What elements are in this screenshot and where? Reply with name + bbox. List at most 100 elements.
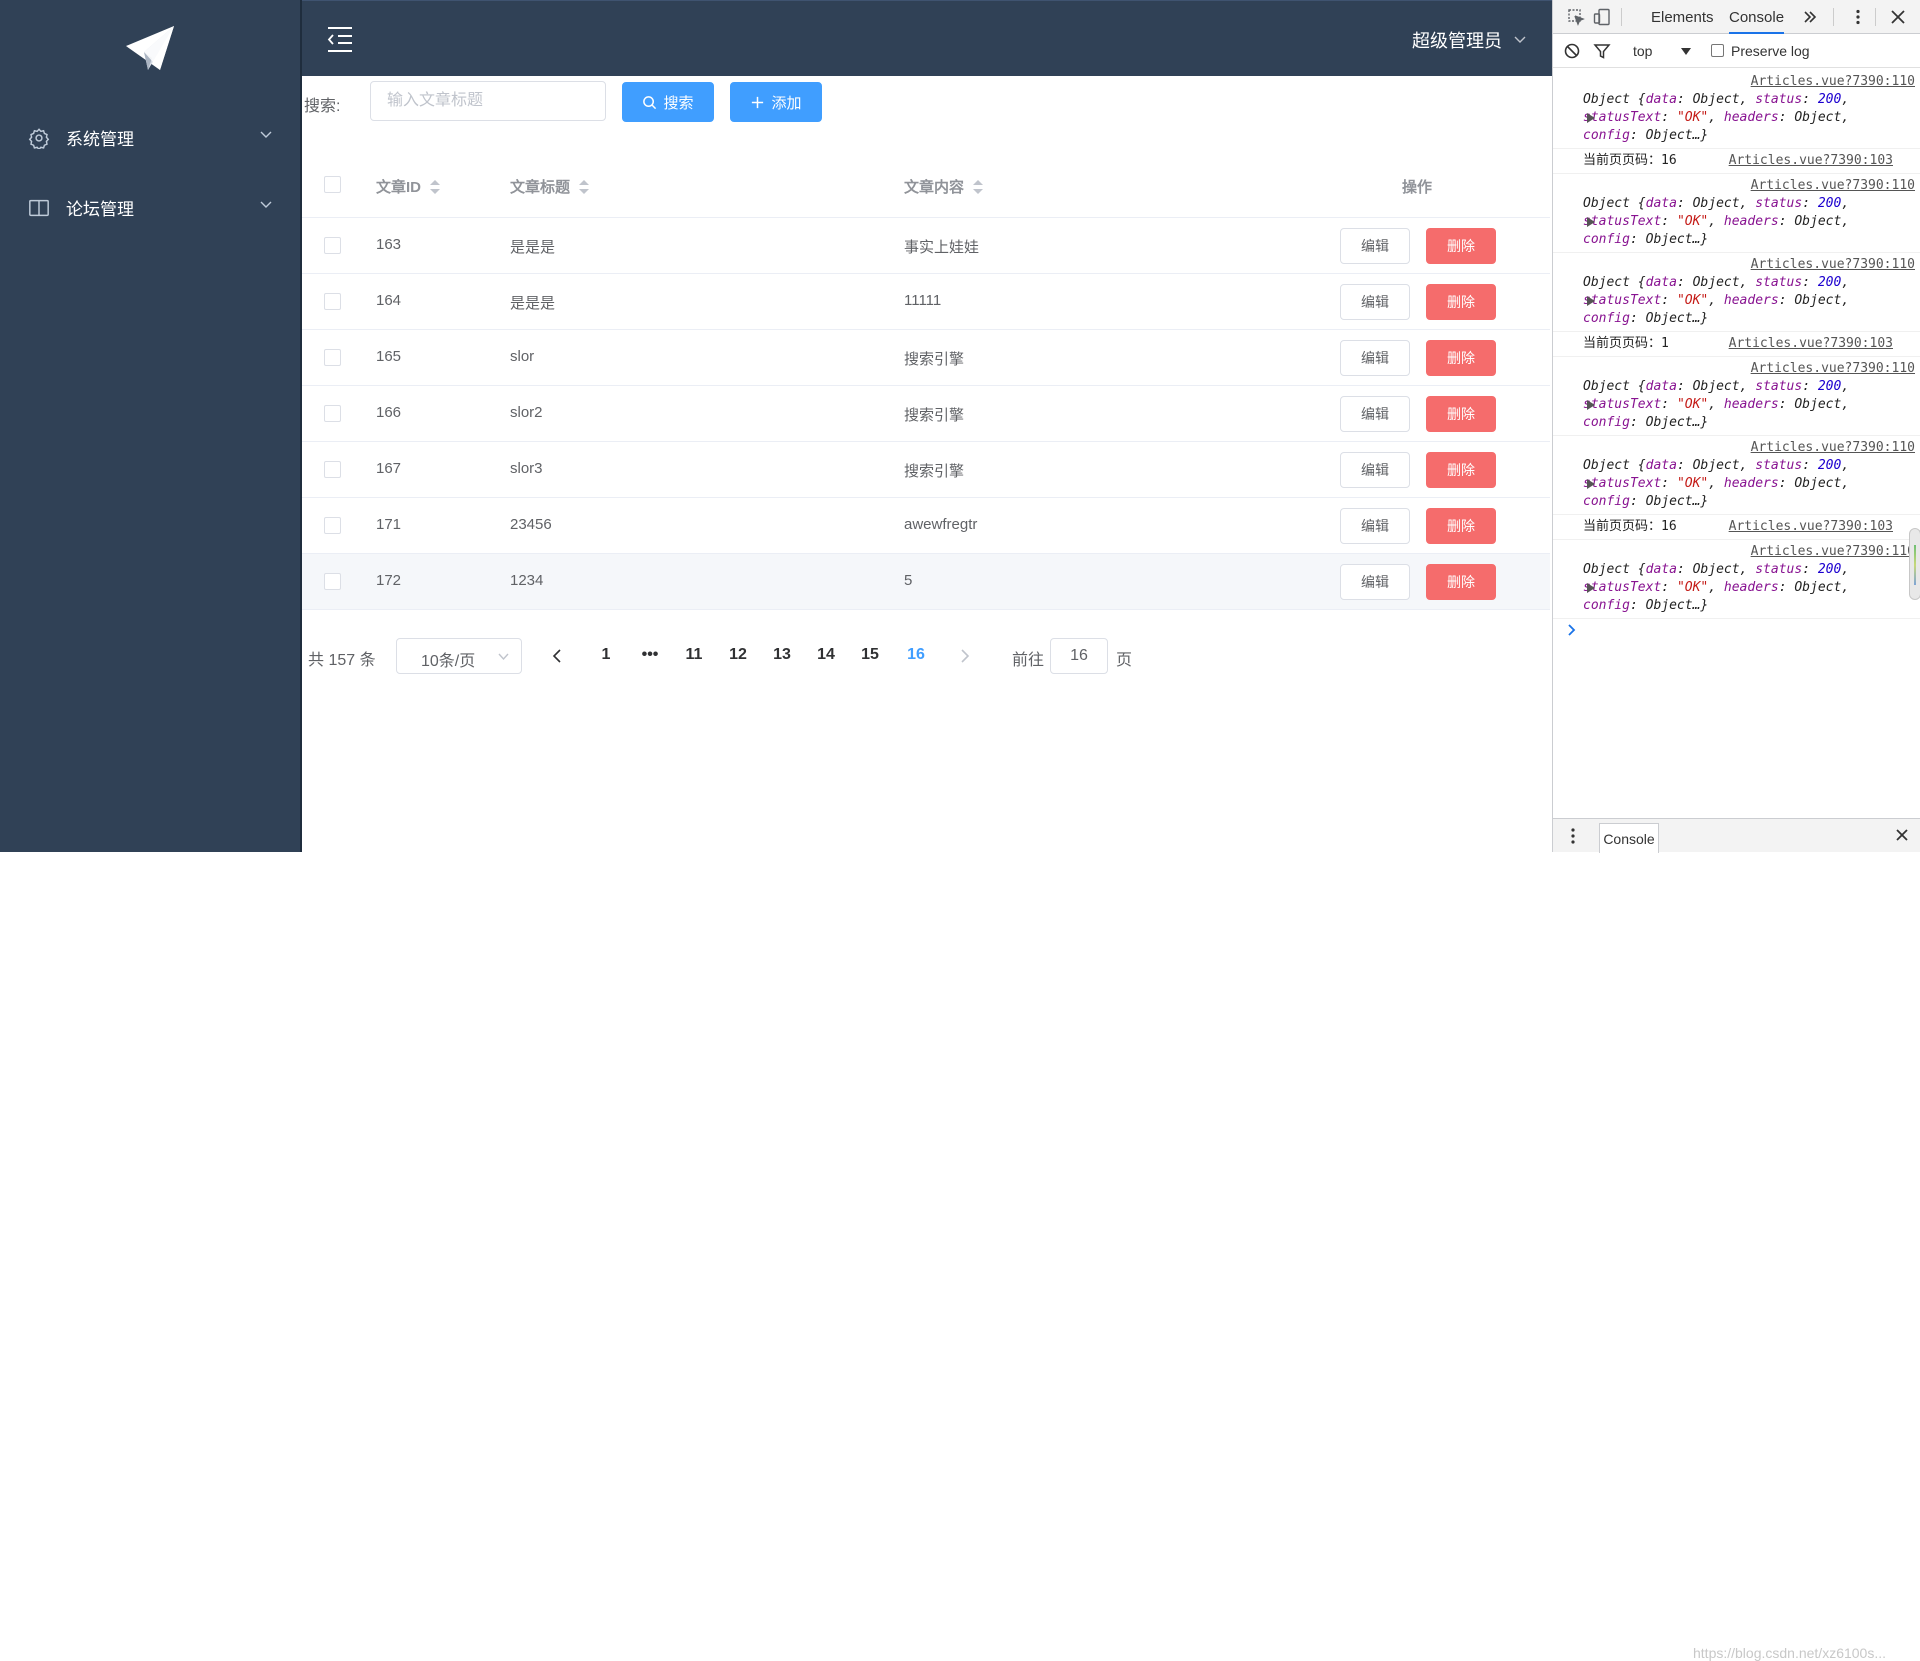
page-ellipsis[interactable]: •••: [630, 646, 670, 664]
delete-button[interactable]: 删除: [1426, 564, 1496, 600]
console-text: 当前页页码：1: [1583, 336, 1669, 351]
clear-console-icon[interactable]: [1563, 42, 1581, 60]
row-checkbox[interactable]: [324, 405, 341, 422]
goto-suffix: 页: [1116, 652, 1133, 669]
object-preview: Object {data: Object, status: 200, status…: [1583, 379, 1850, 430]
delete-button[interactable]: 删除: [1426, 340, 1496, 376]
expand-triangle-icon[interactable]: [1587, 400, 1595, 410]
add-button-label: 添加: [771, 94, 802, 112]
edit-button[interactable]: 编辑: [1340, 396, 1410, 432]
expand-triangle-icon[interactable]: [1587, 113, 1595, 123]
device-toolbar-icon[interactable]: [1593, 8, 1611, 26]
cell-id: 163: [376, 236, 402, 253]
sidebar-item-system[interactable]: 系统管理: [0, 102, 300, 172]
sort-caret-icon[interactable]: [429, 178, 441, 196]
console-object-message: Articles.vue?7390:110 Object {data: Objec…: [1553, 540, 1920, 619]
row-checkbox[interactable]: [324, 461, 341, 478]
object-preview: Object {data: Object, status: 200, status…: [1583, 92, 1850, 143]
context-selector[interactable]: top: [1633, 43, 1652, 59]
menu-fold-icon[interactable]: [326, 25, 354, 53]
page-11[interactable]: 11: [674, 646, 714, 664]
edit-button[interactable]: 编辑: [1340, 564, 1410, 600]
sort-caret-icon[interactable]: [972, 178, 984, 196]
row-checkbox[interactable]: [324, 349, 341, 366]
expand-triangle-icon[interactable]: [1587, 479, 1595, 489]
page-14[interactable]: 14: [806, 646, 846, 664]
console-text: 当前页页码：16: [1583, 153, 1677, 168]
page-12[interactable]: 12: [718, 646, 758, 664]
console-text: 当前页页码：16: [1583, 519, 1677, 534]
pagination: 共 157 条 10条/页 1 ••• 11 12 13 14 15 16 前往…: [302, 636, 1550, 676]
source-link[interactable]: Articles.vue?7390:103: [1729, 335, 1893, 353]
edit-button[interactable]: 编辑: [1340, 508, 1410, 544]
console-object-message: Articles.vue?7390:110 Object {data: Objec…: [1553, 174, 1920, 253]
filter-icon[interactable]: [1593, 42, 1611, 60]
cell-title: 23456: [510, 516, 552, 533]
dropdown-arrow-icon[interactable]: [1681, 48, 1691, 55]
kebab-menu-icon[interactable]: [1849, 8, 1867, 26]
tab-elements[interactable]: Elements: [1651, 9, 1714, 26]
console-scrollbar[interactable]: [1909, 528, 1920, 600]
page-1[interactable]: 1: [586, 646, 626, 664]
close-icon[interactable]: [1889, 8, 1907, 26]
edit-button[interactable]: 编辑: [1340, 228, 1410, 264]
edit-button[interactable]: 编辑: [1340, 340, 1410, 376]
expand-triangle-icon[interactable]: [1587, 217, 1595, 227]
user-dropdown[interactable]: 超级管理员: [1412, 27, 1526, 53]
source-link[interactable]: Articles.vue?7390:110: [1583, 73, 1915, 91]
more-tabs-icon[interactable]: [1801, 8, 1819, 26]
delete-button[interactable]: 删除: [1426, 284, 1496, 320]
row-checkbox[interactable]: [324, 237, 341, 254]
sidebar-item-forum[interactable]: 论坛管理: [0, 172, 300, 242]
console-log-message: 当前页页码：16 Articles.vue?7390:103: [1553, 515, 1920, 540]
source-link[interactable]: Articles.vue?7390:103: [1729, 518, 1893, 536]
cell-id: 172: [376, 572, 402, 589]
row-checkbox[interactable]: [324, 517, 341, 534]
delete-button[interactable]: 删除: [1426, 396, 1496, 432]
book-icon: [29, 199, 49, 217]
delete-button[interactable]: 删除: [1426, 228, 1496, 264]
source-link[interactable]: Articles.vue?7390:110: [1583, 177, 1915, 195]
source-link[interactable]: Articles.vue?7390:103: [1729, 152, 1893, 170]
sort-caret-icon[interactable]: [578, 178, 590, 196]
table-row: 164 是是是 11111 编辑 删除: [302, 274, 1550, 330]
watermark-text: https://blog.csdn.net/xz6100s...: [1693, 1645, 1887, 1661]
user-name: 超级管理员: [1412, 31, 1502, 51]
row-checkbox[interactable]: [324, 293, 341, 310]
drawer-menu-icon[interactable]: [1571, 828, 1575, 844]
add-button[interactable]: 添加: [730, 82, 822, 122]
drawer-tab-console[interactable]: Console: [1599, 823, 1659, 853]
top-navbar: 超级管理员: [302, 0, 1552, 76]
goto-page-input[interactable]: [1050, 638, 1108, 674]
delete-button[interactable]: 删除: [1426, 452, 1496, 488]
row-checkbox[interactable]: [324, 573, 341, 590]
search-button[interactable]: 搜索: [622, 82, 714, 122]
main-content: 超级管理员 搜索: 搜索 添加 文章ID 文章标题 文章内容: [302, 0, 1552, 852]
expand-triangle-icon[interactable]: [1587, 296, 1595, 306]
inspect-element-icon[interactable]: [1567, 8, 1585, 26]
source-link[interactable]: Articles.vue?7390:110: [1583, 543, 1915, 561]
chevron-left-icon[interactable]: [548, 646, 568, 666]
delete-button[interactable]: 删除: [1426, 508, 1496, 544]
source-link[interactable]: Articles.vue?7390:110: [1583, 256, 1915, 274]
search-input[interactable]: [370, 81, 606, 121]
source-link[interactable]: Articles.vue?7390:110: [1583, 439, 1915, 457]
close-icon[interactable]: [1895, 828, 1909, 842]
page-size-select[interactable]: 10条/页: [396, 638, 522, 674]
preserve-log-checkbox[interactable]: [1711, 44, 1724, 57]
select-all-checkbox[interactable]: [324, 176, 341, 193]
tab-console[interactable]: Console: [1729, 9, 1785, 34]
console-object-message: Articles.vue?7390:110 Object {data: Objec…: [1553, 436, 1920, 515]
divider: [1621, 8, 1622, 26]
console-prompt[interactable]: [1553, 619, 1920, 641]
edit-button[interactable]: 编辑: [1340, 284, 1410, 320]
chevron-right-icon[interactable]: [954, 646, 974, 666]
expand-triangle-icon[interactable]: [1587, 583, 1595, 593]
page-15[interactable]: 15: [850, 646, 890, 664]
edit-button[interactable]: 编辑: [1340, 452, 1410, 488]
cell-id: 166: [376, 404, 402, 421]
page-16-current[interactable]: 16: [896, 646, 936, 664]
source-link[interactable]: Articles.vue?7390:110: [1583, 360, 1915, 378]
page-13[interactable]: 13: [762, 646, 802, 664]
chevron-down-icon: [1514, 36, 1526, 43]
